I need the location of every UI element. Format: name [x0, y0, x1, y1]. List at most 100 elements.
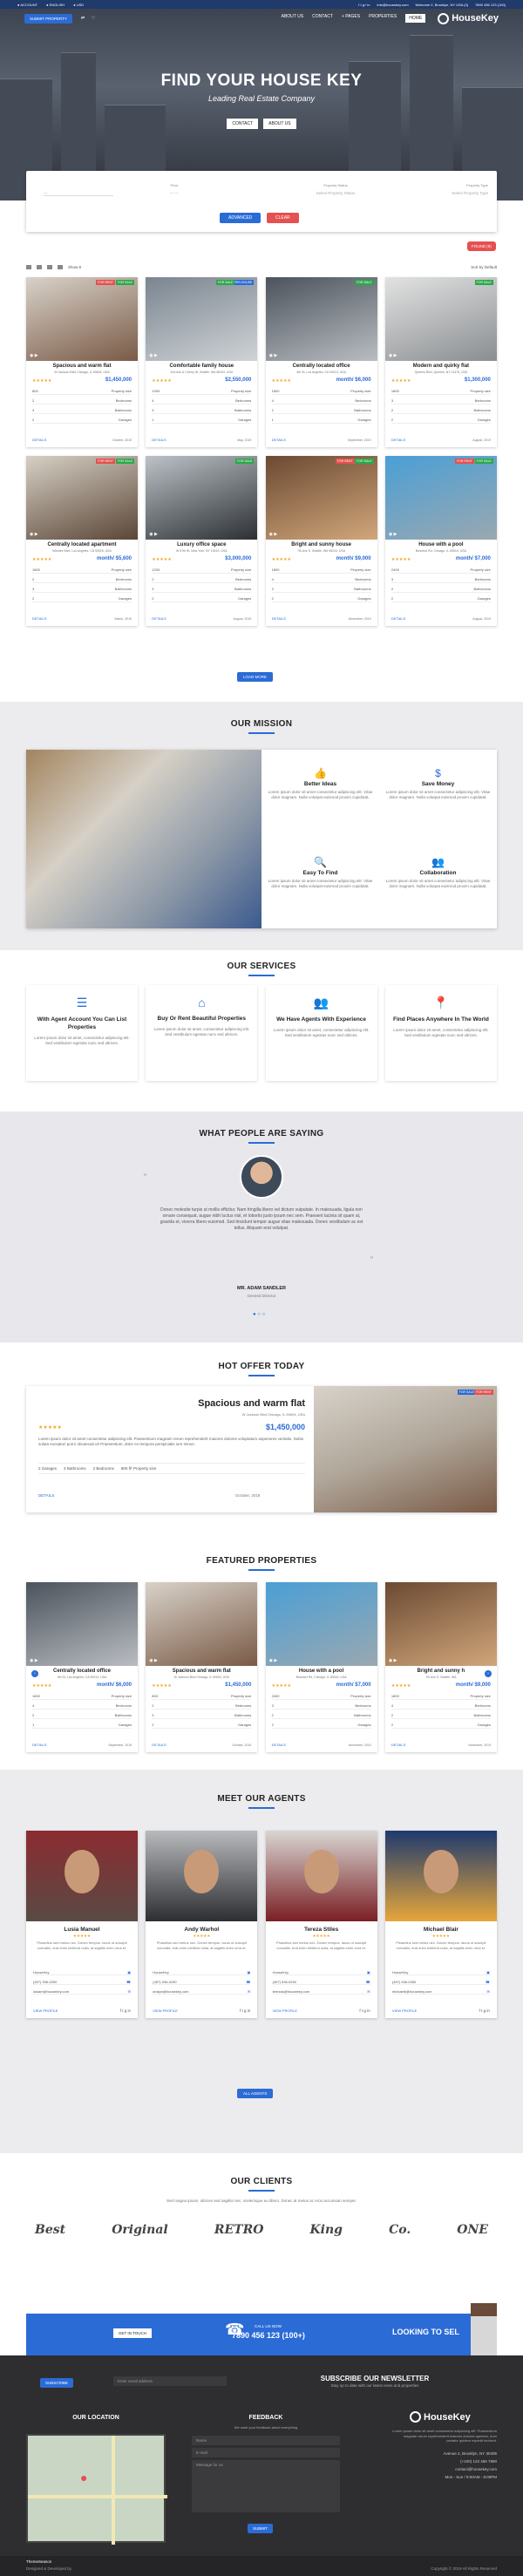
property-card[interactable]: ◉ ▶ Bright and sunny h 7th Ave S, Seattle,… — [384, 1582, 497, 1752]
nav-about[interactable]: ABOUT US — [282, 14, 303, 23]
service-card[interactable]: 👥 We Have Agents With Experience Lorem ips… — [265, 985, 377, 1081]
grid-3-icon[interactable] — [47, 264, 52, 269]
agent-phone[interactable]: (457) 536-0250 ☎ — [272, 1980, 370, 1985]
name-input[interactable]: Name — [192, 2436, 340, 2445]
property-image[interactable]: FOR SALE ◉ ▶ — [146, 456, 258, 540]
property-card[interactable]: FOR SALE ◉ ▶ Luxury office space W 57th St,… — [146, 456, 258, 626]
property-card[interactable]: FOR SALE FOR RENT ◉ ▶ House with a pool Beau… — [384, 456, 497, 626]
nav-home[interactable]: HOME — [405, 14, 426, 23]
details-link[interactable]: DETAILS — [391, 616, 405, 621]
property-image[interactable]: FOR SALE ◉ ▶ — [384, 277, 497, 361]
details-link[interactable]: DETAILS — [32, 1743, 46, 1747]
client-logo[interactable]: Best — [35, 2223, 65, 2237]
details-link[interactable]: DETAILS — [152, 616, 166, 621]
site-logo[interactable]: HouseKey — [438, 12, 499, 24]
share-icon[interactable]: ⇄ — [81, 16, 85, 21]
property-card[interactable]: FOR SALE FOR RENT ◉ ▶ Centrally located apa… — [26, 456, 138, 626]
property-title[interactable]: Luxury office space — [146, 542, 257, 547]
details-link[interactable]: DETAILS — [391, 438, 405, 442]
property-card[interactable]: FOR SALE FOR RENT ◉ ▶ Bright and sunny hous… — [265, 456, 377, 626]
camera-icon[interactable]: ◉ ▶ — [269, 1658, 278, 1663]
advanced-button[interactable]: ADVANCED — [220, 213, 262, 223]
details-link[interactable]: DETAILS — [32, 616, 46, 621]
social-icons[interactable]: f t g+ in — [358, 3, 370, 7]
cta-phone[interactable]: 7890 456 123 (100+) — [232, 2331, 305, 2340]
nav-properties[interactable]: PROPERTIES — [369, 14, 397, 23]
property-image[interactable]: FOR SALE FOR RENT ◉ ▶ — [26, 277, 138, 361]
property-title[interactable]: Centrally located office — [26, 1669, 138, 1674]
agent-phone[interactable]: (457) 536-0250 ☎ — [33, 1980, 131, 1985]
newsletter-email-input[interactable]: Enter email address — [113, 2376, 227, 2386]
property-title[interactable]: Centrally located apartment — [26, 542, 138, 547]
property-title[interactable]: Modern and quirky flat — [385, 364, 497, 369]
property-card[interactable]: ◉ ▶ Spacious and warm flat W Jackson Blvd … — [146, 1582, 258, 1752]
camera-icon[interactable]: ◉ ▶ — [389, 353, 397, 358]
price-range[interactable]: Price — — — [139, 183, 209, 195]
agent-name[interactable]: Lusia Manuel — [26, 1927, 138, 1933]
property-card[interactable]: FOR SALE FOR RENT ◉ ▶ Spacious and warm fla… — [26, 277, 138, 447]
agent-social-icons[interactable]: f t g in — [120, 2008, 131, 2013]
property-title[interactable]: Spacious and warm flat — [26, 364, 138, 369]
property-card[interactable]: ◉ ▶ Centrally located office 4th St, Los A… — [26, 1582, 138, 1752]
service-card[interactable]: ⌂ Buy Or Rent Beautiful Properties Lorem i… — [146, 985, 258, 1081]
min-select[interactable]: — — [44, 183, 113, 196]
agent-card[interactable]: Michael Blair ★★★★★ Phasellus sed metus ne… — [384, 1831, 497, 2018]
property-image[interactable]: ◉ ▶ — [384, 1582, 497, 1666]
nav-pages[interactable]: + PAGES — [342, 14, 360, 23]
view-profile-link[interactable]: VIEW PROFILE — [33, 2008, 58, 2013]
about-button[interactable]: ABOUT US — [263, 119, 296, 129]
agent-card[interactable]: Andy Warhol ★★★★★ Phasellus sed metus nec.… — [146, 1831, 258, 2018]
grid-view-icon[interactable] — [26, 264, 31, 269]
camera-icon[interactable]: ◉ ▶ — [30, 1658, 38, 1663]
camera-icon[interactable]: ◉ ▶ — [389, 532, 397, 537]
details-link[interactable]: DETAILS — [272, 438, 286, 442]
property-title[interactable]: Spacious and warm flat — [146, 1669, 257, 1674]
agent-card[interactable]: Lusia Manuel ★★★★★ Phasellus sed metus nec… — [26, 1831, 138, 2018]
details-link[interactable]: DETAILS — [272, 616, 286, 621]
show-select[interactable]: Show 8 — [68, 265, 81, 269]
client-logo[interactable]: ONE — [457, 2223, 488, 2237]
details-link[interactable]: DETAILS — [152, 438, 166, 442]
camera-icon[interactable]: ◉ ▶ — [30, 353, 38, 358]
camera-icon[interactable]: ◉ ▶ — [30, 532, 38, 537]
heart-icon[interactable]: ♡ — [92, 16, 95, 21]
property-card[interactable]: FOR SALE ◉ ▶ Centrally located office 4th S… — [265, 277, 377, 447]
property-image[interactable]: ◉ ▶ — [146, 1582, 258, 1666]
agent-email[interactable]: michaelb@housekey.com ✉ — [391, 1989, 490, 1995]
all-agents-button[interactable]: ALL AGENTS — [237, 2089, 274, 2098]
property-title[interactable]: Bright and sunny house — [266, 542, 377, 547]
load-more-button[interactable]: LOAD MORE — [237, 672, 274, 682]
camera-icon[interactable]: ◉ ▶ — [149, 353, 158, 358]
themeseason-logo[interactable]: ThemeSeason — [26, 2559, 51, 2564]
top-email[interactable]: info@housekey.com — [377, 3, 409, 7]
property-image[interactable]: FOR SALE FOR RENT ◉ ▶ — [384, 456, 497, 540]
next-arrow-icon[interactable]: › — [485, 1670, 492, 1677]
agent-social-icons[interactable]: f t g in — [359, 2008, 370, 2013]
clear-button[interactable]: CLEAR — [267, 213, 299, 223]
agent-email[interactable]: andyw@housekey.com ✉ — [153, 1989, 251, 1995]
agent-photo[interactable] — [146, 1831, 258, 1921]
property-title[interactable]: Centrally located office — [266, 364, 377, 369]
agent-name[interactable]: Tereza Stiles — [266, 1927, 377, 1933]
property-image[interactable]: ◉ ▶ — [265, 1582, 377, 1666]
property-image[interactable]: FOR SALE ◉ ▶ — [265, 277, 377, 361]
property-title[interactable]: House with a pool — [385, 542, 497, 547]
grid-4-icon[interactable] — [58, 264, 63, 269]
get-in-touch-button[interactable]: GET IN TOUCH — [113, 2328, 153, 2338]
camera-icon[interactable]: ◉ ▶ — [269, 532, 278, 537]
property-status-select[interactable]: Property Status Select Property Status — [288, 183, 384, 195]
property-type-select[interactable]: Property Type Select Property Type — [401, 183, 488, 195]
service-card[interactable]: ☰ With Agent Account You Can List Propert… — [26, 985, 138, 1081]
client-logo[interactable]: King — [310, 2223, 343, 2237]
view-profile-link[interactable]: VIEW PROFILE — [392, 2008, 417, 2013]
hot-offer-details[interactable]: DETAILS — [38, 1493, 54, 1498]
footer-logo[interactable]: HouseKey — [410, 2411, 471, 2423]
footer-email[interactable]: contact@housekey.com — [392, 2465, 497, 2473]
agent-email[interactable]: terezas@housekey.com ✉ — [272, 1989, 370, 1995]
hot-offer-image[interactable]: FOR SALE FOR RENT — [314, 1386, 497, 1512]
camera-icon[interactable]: ◉ ▶ — [269, 353, 278, 358]
agent-name[interactable]: Michael Blair — [385, 1927, 497, 1933]
property-card[interactable]: FOR SALE ◉ ▶ Modern and quirky flat Queens … — [384, 277, 497, 447]
agent-card[interactable]: Tereza Stiles ★★★★★ Phasellus sed metus ne… — [265, 1831, 377, 2018]
language-select[interactable]: ● ENGLISH — [46, 3, 65, 7]
